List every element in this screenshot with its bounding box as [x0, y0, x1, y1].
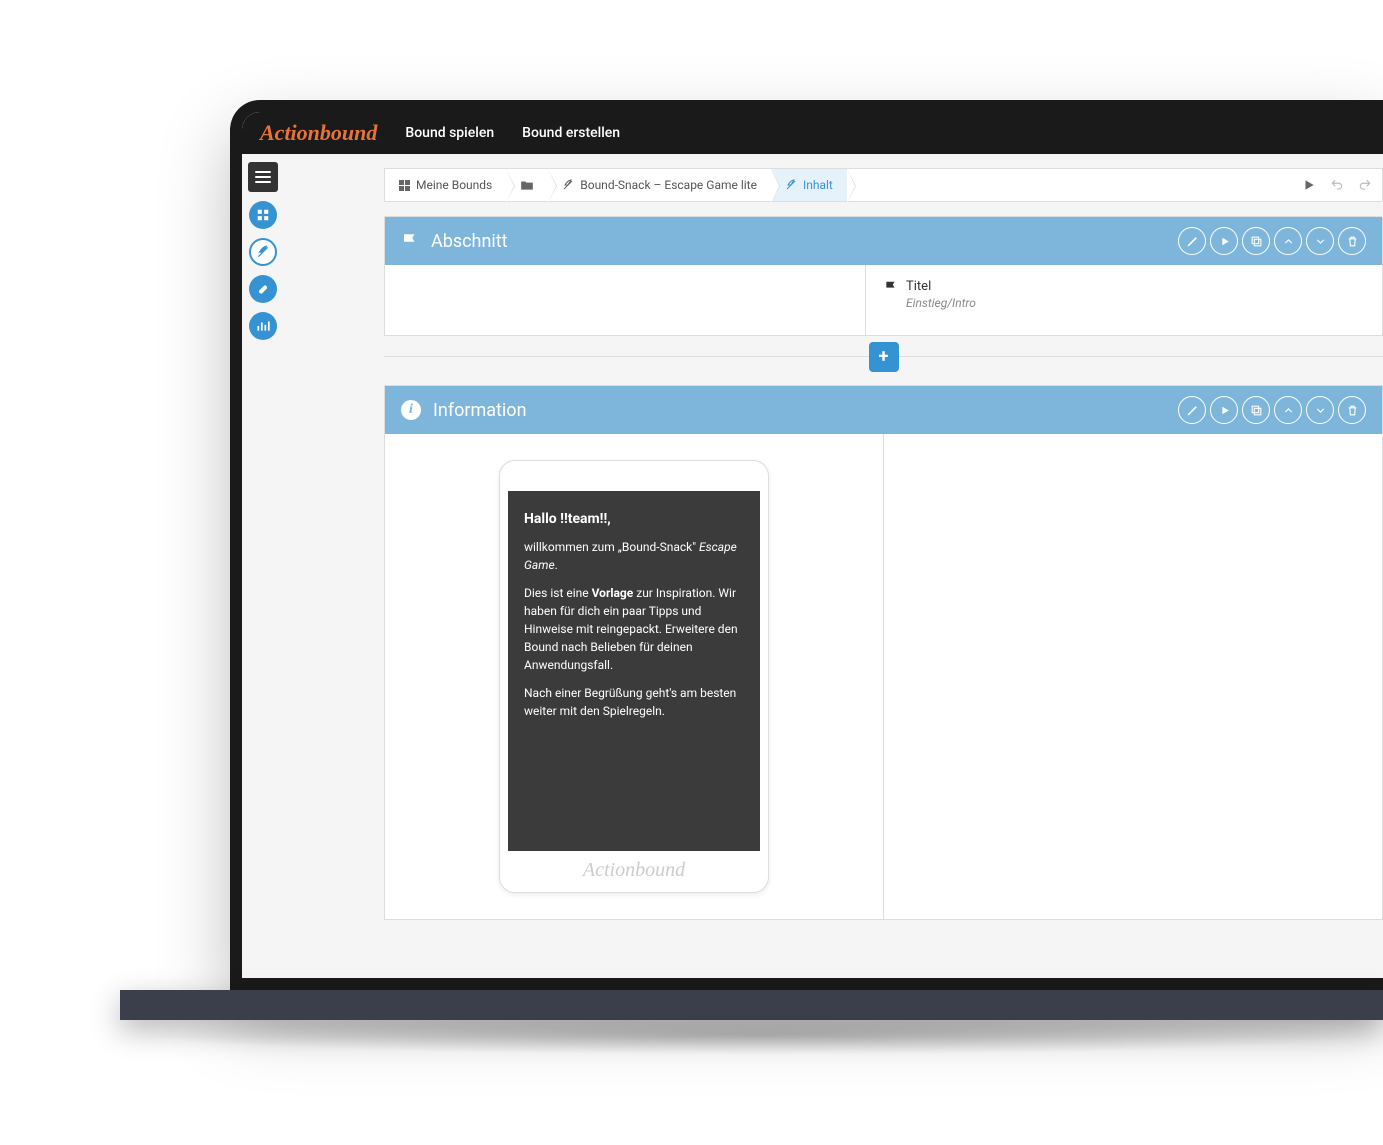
folder-icon: [520, 178, 534, 192]
move-up-button[interactable]: [1274, 396, 1302, 424]
play-icon: [1302, 178, 1316, 192]
move-down-button[interactable]: [1306, 396, 1334, 424]
preview-line3: Nach einer Begrüßung geht's am besten we…: [524, 684, 744, 720]
chevron-down-icon: [1314, 235, 1327, 248]
section-abschnitt-title: Abschnitt: [431, 231, 1166, 252]
sidebar-content-button[interactable]: [249, 238, 277, 266]
edit-button[interactable]: [1178, 396, 1206, 424]
copy-icon: [1250, 404, 1263, 417]
title-field: Titel: [884, 279, 1364, 294]
phone-preview-wrap: Hallo !!team!!, willkommen zum „Bound-Sn…: [385, 434, 883, 919]
nav-create-bound[interactable]: Bound erstellen: [522, 125, 620, 141]
breadcrumb-content-label: Inhalt: [803, 178, 833, 192]
preview-button[interactable]: [1210, 227, 1238, 255]
move-up-button[interactable]: [1274, 227, 1302, 255]
feather-small-icon: [785, 179, 797, 191]
overview-icon: [256, 208, 270, 222]
pencil-icon: [1186, 235, 1199, 248]
section-body-left: [385, 265, 865, 335]
add-divider: +: [384, 356, 1383, 357]
main-wrapper: Meine Bounds Bound-Snack – Escape Game l…: [242, 154, 1383, 978]
undo-icon: [1330, 178, 1344, 192]
menu-toggle-button[interactable]: [248, 162, 278, 192]
chevron-down-icon: [1314, 404, 1327, 417]
chevron-up-icon: [1282, 235, 1295, 248]
preview-line2: Dies ist eine Vorlage zur Inspiration. W…: [524, 584, 744, 674]
breadcrumb-my-bounds-label: Meine Bounds: [416, 178, 492, 192]
breadcrumb-content[interactable]: Inhalt: [771, 169, 847, 201]
copy-button[interactable]: [1242, 227, 1270, 255]
delete-button[interactable]: [1338, 227, 1366, 255]
main-content: Meine Bounds Bound-Snack – Escape Game l…: [284, 154, 1383, 978]
trash-icon: [1346, 404, 1359, 417]
wrench-icon: [256, 282, 270, 296]
phone-brand: Actionbound: [508, 851, 760, 886]
breadcrumb-my-bounds[interactable]: Meine Bounds: [385, 169, 506, 201]
feather-icon: [256, 245, 270, 259]
move-down-button[interactable]: [1306, 227, 1334, 255]
section-body-right: Titel Einstieg/Intro: [865, 265, 1382, 335]
play-button[interactable]: [1302, 178, 1316, 192]
title-field-value: Einstieg/Intro: [906, 296, 1364, 310]
breadcrumb-bound-label: Bound-Snack – Escape Game lite: [580, 178, 757, 192]
info-icon: i: [401, 400, 421, 420]
preview-line2-bold: Vorlage: [592, 586, 634, 600]
play-icon: [1218, 404, 1231, 417]
left-sidebar: [242, 154, 284, 978]
undo-button[interactable]: [1330, 178, 1344, 192]
section-information-header: i Information: [385, 386, 1382, 434]
chart-icon: [256, 319, 270, 333]
add-element-button[interactable]: +: [869, 342, 899, 372]
preview-button[interactable]: [1210, 396, 1238, 424]
redo-button[interactable]: [1358, 178, 1372, 192]
sidebar-settings-button[interactable]: [249, 275, 277, 303]
flag-icon: [401, 232, 419, 250]
breadcrumb: Meine Bounds Bound-Snack – Escape Game l…: [384, 168, 1383, 202]
brand-logo[interactable]: Actionbound: [260, 120, 377, 146]
feather-small-icon: [562, 179, 574, 191]
sidebar-overview-button[interactable]: [249, 201, 277, 229]
title-field-label: Titel: [906, 279, 931, 294]
phone-screen: Hallo !!team!!, willkommen zum „Bound-Sn…: [508, 491, 760, 851]
breadcrumb-spacer: [847, 169, 1302, 201]
trash-icon: [1346, 235, 1359, 248]
info-properties-column: [884, 434, 1382, 919]
section-information-actions: [1178, 396, 1366, 424]
breadcrumb-bound[interactable]: Bound-Snack – Escape Game lite: [548, 169, 771, 201]
section-information-body: Hallo !!team!!, willkommen zum „Bound-Sn…: [385, 434, 1382, 919]
preview-heading: Hallo !!team!!,: [524, 509, 744, 530]
play-icon: [1218, 235, 1231, 248]
laptop-frame: Actionbound Bound spielen Bound erstelle…: [230, 100, 1383, 990]
info-preview-column: Hallo !!team!!, willkommen zum „Bound-Sn…: [385, 434, 884, 919]
app-content: Actionbound Bound spielen Bound erstelle…: [242, 112, 1383, 978]
copy-icon: [1250, 235, 1263, 248]
edit-button[interactable]: [1178, 227, 1206, 255]
sidebar-stats-button[interactable]: [249, 312, 277, 340]
preview-line2-prefix: Dies ist eine: [524, 586, 592, 600]
laptop-shadow: [140, 1015, 1383, 1055]
laptop-notch: [682, 100, 862, 122]
section-information: i Information: [384, 385, 1383, 920]
copy-button[interactable]: [1242, 396, 1270, 424]
phone-preview: Hallo !!team!!, willkommen zum „Bound-Sn…: [499, 460, 769, 893]
nav-play-bound[interactable]: Bound spielen: [405, 125, 494, 141]
grid-icon: [399, 180, 410, 191]
section-abschnitt-header: Abschnitt: [385, 217, 1382, 265]
delete-button[interactable]: [1338, 396, 1366, 424]
hamburger-icon: [255, 171, 271, 183]
flag-small-icon: [884, 280, 898, 294]
pencil-icon: [1186, 404, 1199, 417]
section-abschnitt-body: Titel Einstieg/Intro: [385, 265, 1382, 335]
section-abschnitt: Abschnitt: [384, 216, 1383, 336]
section-information-title: Information: [433, 400, 1166, 421]
chevron-up-icon: [1282, 404, 1295, 417]
redo-icon: [1358, 178, 1372, 192]
section-abschnitt-actions: [1178, 227, 1366, 255]
toolbar-actions: [1302, 169, 1382, 201]
preview-line1: willkommen zum „Bound-Snack" Escape Game…: [524, 538, 744, 574]
preview-line1-prefix: willkommen zum „Bound-Snack": [524, 540, 699, 554]
preview-line1-end: .: [555, 558, 558, 572]
